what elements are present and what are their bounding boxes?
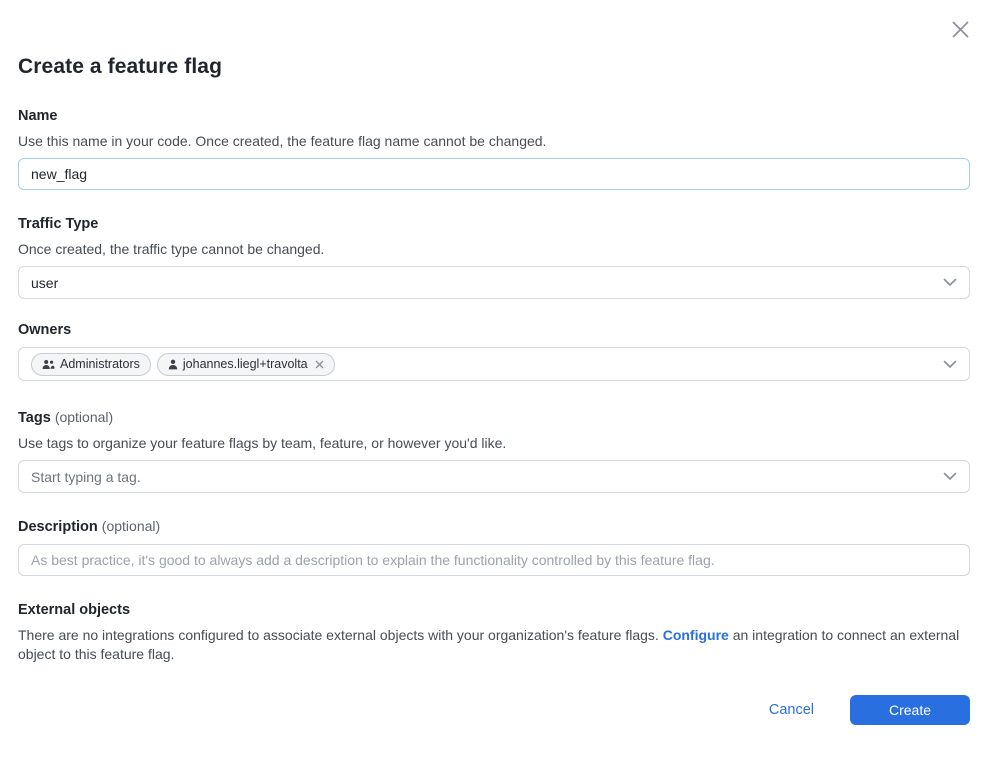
chevron-down-icon xyxy=(943,278,957,287)
owners-label: Owners xyxy=(18,321,970,339)
person-icon xyxy=(168,359,178,370)
owner-chip-label: Administrators xyxy=(60,357,140,371)
name-label: Name xyxy=(18,107,970,125)
external-objects-text-before: There are no integrations configured to … xyxy=(18,627,663,643)
configure-link[interactable]: Configure xyxy=(663,627,729,643)
traffic-type-value: user xyxy=(31,275,943,291)
description-optional-label: (optional) xyxy=(102,518,160,534)
remove-owner-button[interactable] xyxy=(315,360,324,369)
close-icon xyxy=(315,360,324,369)
traffic-type-label: Traffic Type xyxy=(18,215,970,233)
owner-chip-johannes[interactable]: johannes.liegl+travolta xyxy=(157,353,335,376)
tags-placeholder: Start typing a tag. xyxy=(31,469,943,485)
chevron-down-icon xyxy=(943,360,957,369)
traffic-type-select[interactable]: user xyxy=(18,266,970,299)
traffic-type-helper-text: Once created, the traffic type cannot be… xyxy=(18,240,970,258)
create-button[interactable]: Create xyxy=(850,695,970,725)
owners-select[interactable]: Administrators johannes.liegl+travolta xyxy=(18,347,970,381)
tags-helper-text: Use tags to organize your feature flags … xyxy=(18,434,970,452)
owner-chip-administrators[interactable]: Administrators xyxy=(31,353,151,376)
group-icon xyxy=(42,359,55,370)
name-helper-text: Use this name in your code. Once created… xyxy=(18,132,970,150)
create-feature-flag-modal: Create a feature flag Name Use this name… xyxy=(0,0,988,763)
external-objects-label: External objects xyxy=(18,601,970,619)
owner-chip-label: johannes.liegl+travolta xyxy=(183,357,308,371)
tags-optional-label: (optional) xyxy=(55,409,113,425)
chevron-down-icon xyxy=(943,472,957,481)
modal-title: Create a feature flag xyxy=(18,0,970,81)
close-button[interactable] xyxy=(946,15,974,43)
description-input[interactable] xyxy=(18,544,970,576)
tags-select[interactable]: Start typing a tag. xyxy=(18,460,970,493)
name-input[interactable] xyxy=(18,158,970,190)
close-icon xyxy=(949,18,972,41)
tags-label: Tags (optional) xyxy=(18,408,970,427)
modal-footer: Cancel Create xyxy=(763,695,970,725)
cancel-button[interactable]: Cancel xyxy=(763,698,820,722)
external-objects-text: There are no integrations configured to … xyxy=(18,626,970,663)
description-label: Description (optional) xyxy=(18,517,970,536)
